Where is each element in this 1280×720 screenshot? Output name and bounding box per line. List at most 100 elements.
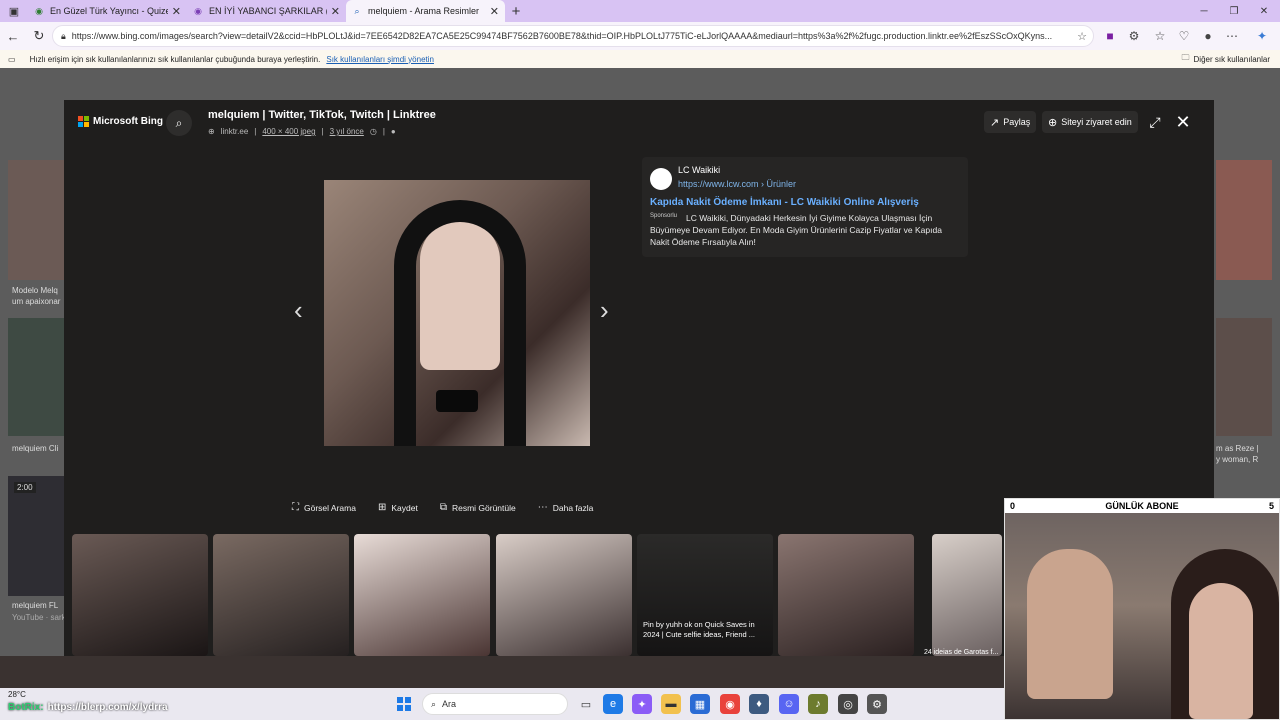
manage-favorites-link[interactable]: Sık kullanılanları şimdi yönetin bbox=[326, 55, 434, 64]
related-image-thumb[interactable]: Pin by yuhh ok on Quick Saves in 2024 | … bbox=[637, 534, 773, 656]
image-title[interactable]: melquiem | Twitter, TikTok, Twitch | Lin… bbox=[208, 109, 436, 121]
result-thumb[interactable] bbox=[8, 160, 64, 280]
related-image-thumb[interactable] bbox=[778, 534, 914, 656]
more-button[interactable]: ⋯ Daha fazla bbox=[538, 502, 594, 513]
windows-start-icon[interactable] bbox=[397, 697, 411, 711]
obs-icon[interactable]: ◎ bbox=[838, 694, 858, 714]
result-caption: m as Reze | bbox=[1216, 444, 1259, 453]
previous-arrow-icon[interactable]: ‹ bbox=[294, 295, 303, 326]
info-icon[interactable]: ● bbox=[391, 127, 396, 136]
tab-actions-icon[interactable]: ▣ bbox=[0, 0, 28, 22]
app-icon[interactable]: ♦ bbox=[749, 694, 769, 714]
edge-icon[interactable]: e bbox=[603, 694, 623, 714]
modal-header: Microsoft Bing ⌕ melquiem | Twitter, Tik… bbox=[64, 100, 1214, 148]
taskbar-search[interactable]: ⌕ Ara bbox=[422, 693, 568, 715]
botrix-chat-message: BotRix: https://blerp.com/x/lydrra bbox=[8, 702, 168, 713]
image-age[interactable]: 3 yıl önce bbox=[330, 127, 364, 136]
action-label: Resmi Görüntüle bbox=[451, 502, 516, 513]
folder-icon: 🗀︎ bbox=[1181, 53, 1190, 62]
save-button[interactable]: ⊞ Kaydet bbox=[378, 502, 418, 513]
save-icon: ⊞ bbox=[377, 502, 387, 513]
image-size[interactable]: 400 × 400 jpeg bbox=[262, 127, 315, 136]
related-image-thumb[interactable] bbox=[354, 534, 490, 656]
sponsored-ad[interactable]: LC Waikiki https://www.lcw.com › Ürünler… bbox=[642, 157, 968, 257]
close-window-icon[interactable]: ✕ bbox=[1248, 0, 1280, 22]
share-icon: ↗ bbox=[990, 116, 1000, 129]
chrome-icon[interactable]: ◉ bbox=[720, 694, 740, 714]
more-dots-icon: ⋯ bbox=[537, 502, 548, 513]
tab-sarkilar[interactable]: ◉ EN İYİ YABANCI ŞARKILAR (ATAD... ✕ bbox=[187, 0, 346, 22]
copilot-app-icon[interactable]: ✦ bbox=[632, 694, 652, 714]
result-caption: y woman, R bbox=[1216, 455, 1259, 464]
more-menu-icon[interactable]: ⋯ bbox=[1220, 24, 1244, 48]
result-caption: melquiem FL bbox=[12, 601, 59, 610]
next-arrow-icon[interactable]: › bbox=[600, 295, 609, 326]
profile-avatar-icon[interactable]: ● bbox=[1196, 24, 1220, 48]
copilot-icon[interactable]: ✦ bbox=[1250, 24, 1274, 48]
back-icon[interactable]: ← bbox=[0, 23, 26, 49]
favorite-star-icon[interactable]: ☆ bbox=[1071, 30, 1093, 43]
view-image-icon: ⧉ bbox=[439, 502, 447, 513]
tab-bing-images[interactable]: ⌕ melquiem - Arama Resimler ✕ bbox=[346, 0, 505, 22]
refresh-icon[interactable]: ↻ bbox=[26, 23, 52, 49]
settings-icon[interactable]: ⚙ bbox=[867, 694, 887, 714]
ad-url[interactable]: https://www.lcw.com › Ürünler bbox=[678, 179, 796, 189]
favorites-bar: ▭ Hızlı erişim için sık kullanılanlarını… bbox=[0, 50, 1280, 68]
stream-webcam-overlay: 0 GÜNLÜK ABONE 5 bbox=[1004, 498, 1280, 720]
weather-temp: 28°C bbox=[8, 690, 26, 699]
discord-icon[interactable]: ☺ bbox=[779, 694, 799, 714]
globe-icon: ⊕ bbox=[208, 127, 215, 136]
thumb-caption: 24 ideias de Garotas f... bbox=[924, 649, 999, 656]
minimize-icon[interactable]: ─ bbox=[1188, 0, 1220, 22]
close-tab-icon[interactable]: ✕ bbox=[172, 5, 181, 18]
result-thumb[interactable] bbox=[8, 318, 64, 436]
extension-icon[interactable]: ■ bbox=[1098, 24, 1122, 48]
address-bar[interactable]: 🔒︎ https://www.bing.com/images/search?vi… bbox=[52, 25, 1094, 47]
main-image[interactable] bbox=[324, 180, 590, 446]
separator: | bbox=[382, 127, 385, 136]
close-tab-icon[interactable]: ✕ bbox=[490, 5, 499, 18]
related-image-thumb[interactable] bbox=[496, 534, 632, 656]
close-tab-icon[interactable]: ✕ bbox=[331, 5, 340, 18]
file-explorer-icon[interactable]: ▬ bbox=[661, 694, 681, 714]
app-icon[interactable]: ♪ bbox=[808, 694, 828, 714]
bing-logo[interactable]: Microsoft Bing bbox=[78, 116, 163, 127]
related-image-thumb[interactable]: 24 ideias de Garotas f... bbox=[924, 534, 1002, 656]
sub-goal-current: 0 bbox=[1010, 501, 1016, 511]
sub-goal-title: GÜNLÜK ABONE bbox=[1105, 501, 1179, 511]
video-duration: 2:00 bbox=[14, 482, 36, 493]
tab-quizei[interactable]: ◉ En Güzel Türk Yayıncı - Quizei ✕ bbox=[28, 0, 187, 22]
action-label: Kaydet bbox=[391, 502, 418, 513]
other-favorites[interactable]: 🗀︎ Diğer sık kullanılanlar bbox=[1182, 52, 1270, 66]
new-tab-button[interactable]: + bbox=[505, 0, 527, 22]
favorites-icon[interactable]: ☆ bbox=[1148, 24, 1172, 48]
ad-headline[interactable]: Kapıda Nakit Ödeme İmkanı - LC Waikiki O… bbox=[650, 197, 919, 208]
source-domain[interactable]: linktr.ee bbox=[221, 127, 249, 136]
result-thumb[interactable] bbox=[1216, 160, 1272, 280]
visual-search-button[interactable]: ⛶ Görsel Arama bbox=[292, 502, 356, 513]
expand-icon[interactable]: ⤢ bbox=[1144, 111, 1166, 133]
visit-site-button[interactable]: ⊕ Siteyi ziyaret edin bbox=[1042, 111, 1138, 133]
result-thumb[interactable] bbox=[8, 476, 64, 596]
share-button[interactable]: ↗ Paylaş bbox=[984, 111, 1037, 133]
maximize-icon[interactable]: ❐ bbox=[1218, 0, 1250, 22]
weather-widget[interactable]: 28°C bbox=[8, 690, 26, 699]
streamer-right bbox=[1189, 583, 1253, 719]
close-icon[interactable]: ✕ bbox=[1172, 111, 1194, 133]
globe-icon: ⊕ bbox=[1048, 116, 1058, 129]
view-image-button[interactable]: ⧉ Resmi Görüntüle bbox=[440, 502, 516, 513]
extensions-puzzle-icon[interactable]: ⚙ bbox=[1122, 24, 1146, 48]
browser-essentials-icon[interactable]: ♡ bbox=[1172, 24, 1196, 48]
result-caption: Modelo Melq bbox=[12, 286, 58, 295]
search-favicon-icon: ⌕ bbox=[354, 5, 360, 16]
quizei-favicon-icon: ◉ bbox=[35, 5, 43, 16]
result-thumb[interactable] bbox=[1216, 318, 1272, 436]
history-icon: ◷ bbox=[369, 127, 377, 136]
botrix-text: https://blerp.com/x/lydrra bbox=[47, 702, 168, 713]
related-image-thumb[interactable] bbox=[213, 534, 349, 656]
search-icon[interactable]: ⌕ bbox=[166, 110, 192, 136]
store-icon[interactable]: ▦ bbox=[690, 694, 710, 714]
task-view-icon[interactable]: ▭ bbox=[576, 694, 596, 714]
separator: | bbox=[321, 127, 324, 136]
related-image-thumb[interactable] bbox=[72, 534, 208, 656]
